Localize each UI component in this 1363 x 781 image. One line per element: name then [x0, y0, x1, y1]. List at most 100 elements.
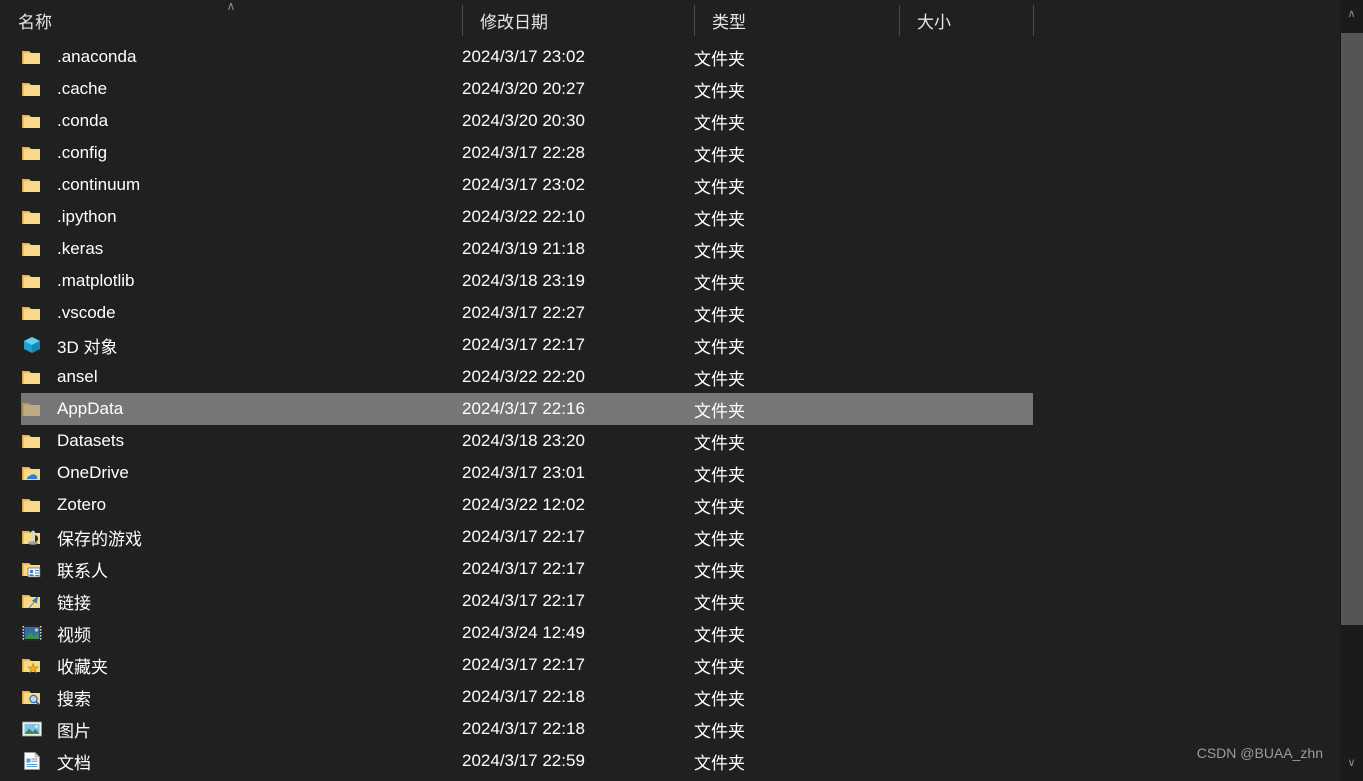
- file-row[interactable]: .config 2024/3/17 22:28 文件夹: [21, 137, 1033, 169]
- scrollbar-thumb[interactable]: [1341, 33, 1363, 625]
- file-row[interactable]: ansel 2024/3/22 22:20 文件夹: [21, 361, 1033, 393]
- sort-ascending-icon: ∧: [226, 0, 236, 13]
- scroll-down-arrow-icon[interactable]: ∨: [1340, 753, 1363, 773]
- file-row[interactable]: .cache 2024/3/20 20:27 文件夹: [21, 73, 1033, 105]
- file-name-label: 链接: [57, 593, 91, 613]
- column-header-date-modified-label: 修改日期: [480, 13, 548, 32]
- file-row[interactable]: .matplotlib 2024/3/18 23:19 文件夹: [21, 265, 1033, 297]
- file-type-cell: 文件夹: [694, 369, 745, 389]
- file-type-cell: 文件夹: [694, 689, 745, 709]
- cube-3d-icon: [21, 335, 43, 355]
- file-name-cell: 视频: [21, 621, 462, 646]
- folder-links-icon: [21, 591, 43, 611]
- file-name-label: .vscode: [57, 303, 116, 322]
- documents-icon: [21, 751, 43, 771]
- file-type-cell: 文件夹: [694, 625, 745, 645]
- file-row[interactable]: .vscode 2024/3/17 22:27 文件夹: [21, 297, 1033, 329]
- file-name-cell: .anaconda: [21, 47, 462, 67]
- folder-hidden-icon: [21, 399, 43, 419]
- file-name-label: 3D 对象: [57, 337, 118, 357]
- file-name-label: .conda: [57, 111, 109, 130]
- file-name-cell: .continuum: [21, 175, 462, 195]
- file-row[interactable]: 联系人 2024/3/17 22:17 文件夹: [21, 553, 1033, 585]
- file-row[interactable]: 图片 2024/3/17 22:18 文件夹: [21, 713, 1033, 745]
- folder-savedgames-icon: [21, 527, 43, 547]
- column-header-type[interactable]: 类型: [694, 0, 899, 41]
- file-date-cell: 2024/3/18 23:19: [462, 271, 585, 290]
- file-date-cell: 2024/3/17 22:17: [462, 559, 585, 578]
- file-type-cell: 文件夹: [694, 465, 745, 485]
- file-list[interactable]: .anaconda 2024/3/17 23:02 文件夹 .cache 2024/3/…: [0, 41, 1340, 781]
- file-name-cell: 文档: [21, 749, 462, 774]
- file-name-cell: .cache: [21, 79, 462, 99]
- folder-icon: [21, 495, 43, 515]
- file-name-label: Datasets: [57, 431, 125, 450]
- folder-icon: [21, 271, 43, 291]
- file-name-cell: 3D 对象: [21, 333, 462, 358]
- file-type-cell: 文件夹: [694, 337, 745, 357]
- file-type-cell: 文件夹: [694, 145, 745, 165]
- folder-icon: [21, 207, 43, 227]
- file-name-label: .continuum: [57, 175, 141, 194]
- file-date-cell: 2024/3/17 23:01: [462, 463, 585, 482]
- file-name-label: Zotero: [57, 495, 107, 514]
- file-date-cell: 2024/3/17 22:59: [462, 751, 585, 770]
- file-date-cell: 2024/3/18 23:20: [462, 431, 585, 450]
- column-header-name[interactable]: 名称 ∧: [0, 0, 462, 41]
- file-row[interactable]: .anaconda 2024/3/17 23:02 文件夹: [21, 41, 1033, 73]
- file-row[interactable]: .continuum 2024/3/17 23:02 文件夹: [21, 169, 1033, 201]
- file-name-label: OneDrive: [57, 463, 129, 482]
- file-date-cell: 2024/3/17 22:18: [462, 687, 585, 706]
- file-date-cell: 2024/3/17 22:17: [462, 591, 585, 610]
- file-name-cell: .keras: [21, 239, 462, 259]
- file-type-cell: 文件夹: [694, 401, 745, 421]
- column-header-date-modified[interactable]: 修改日期: [462, 0, 694, 41]
- file-name-cell: 链接: [21, 589, 462, 614]
- file-row[interactable]: .conda 2024/3/20 20:30 文件夹: [21, 105, 1033, 137]
- file-row[interactable]: .keras 2024/3/19 21:18 文件夹: [21, 233, 1033, 265]
- file-type-cell: 文件夹: [694, 721, 745, 741]
- videos-icon: [21, 623, 43, 643]
- file-row[interactable]: Zotero 2024/3/22 12:02 文件夹: [21, 489, 1033, 521]
- file-date-cell: 2024/3/20 20:30: [462, 111, 585, 130]
- file-name-label: AppData: [57, 399, 124, 418]
- column-header-size[interactable]: 大小: [899, 0, 1034, 41]
- file-name-cell: 搜索: [21, 685, 462, 710]
- folder-icon: [21, 239, 43, 259]
- file-row[interactable]: Datasets 2024/3/18 23:20 文件夹: [21, 425, 1033, 457]
- folder-icon: [21, 143, 43, 163]
- file-row[interactable]: 3D 对象 2024/3/17 22:17 文件夹: [21, 329, 1033, 361]
- file-name-cell: Datasets: [21, 431, 462, 451]
- file-name-label: 视频: [57, 625, 91, 645]
- file-date-cell: 2024/3/20 20:27: [462, 79, 585, 98]
- file-row[interactable]: 文档 2024/3/17 22:59 文件夹: [21, 745, 1033, 777]
- file-row[interactable]: 保存的游戏 2024/3/17 22:17 文件夹: [21, 521, 1033, 553]
- file-row[interactable]: .ipython 2024/3/22 22:10 文件夹: [21, 201, 1033, 233]
- file-row[interactable]: 链接 2024/3/17 22:17 文件夹: [21, 585, 1033, 617]
- file-name-cell: .config: [21, 143, 462, 163]
- file-date-cell: 2024/3/17 22:16: [462, 399, 585, 418]
- file-date-cell: 2024/3/24 12:49: [462, 623, 585, 642]
- file-row[interactable]: AppData 2024/3/17 22:16 文件夹: [21, 393, 1033, 425]
- file-name-cell: AppData: [21, 399, 462, 419]
- file-row[interactable]: 搜索 2024/3/17 22:18 文件夹: [21, 681, 1033, 713]
- file-name-label: ansel: [57, 367, 98, 386]
- file-date-cell: 2024/3/22 22:10: [462, 207, 585, 226]
- file-name-label: 联系人: [57, 561, 108, 581]
- column-header-size-label: 大小: [917, 13, 951, 32]
- folder-icon: [21, 111, 43, 131]
- file-type-cell: 文件夹: [694, 657, 745, 677]
- file-row[interactable]: 视频 2024/3/24 12:49 文件夹: [21, 617, 1033, 649]
- file-name-cell: Zotero: [21, 495, 462, 515]
- vertical-scrollbar[interactable]: ∧ ∨: [1340, 0, 1363, 781]
- file-row[interactable]: OneDrive 2024/3/17 23:01 文件夹: [21, 457, 1033, 489]
- scroll-up-arrow-icon[interactable]: ∧: [1340, 4, 1363, 24]
- folder-icon: [21, 79, 43, 99]
- folder-icon: [21, 175, 43, 195]
- file-name-cell: 图片: [21, 717, 462, 742]
- file-name-cell: 保存的游戏: [21, 525, 462, 550]
- file-row[interactable]: 收藏夹 2024/3/17 22:17 文件夹: [21, 649, 1033, 681]
- file-name-label: 收藏夹: [57, 657, 108, 677]
- column-header-name-label: 名称: [18, 13, 52, 32]
- file-name-label: 文档: [57, 753, 91, 773]
